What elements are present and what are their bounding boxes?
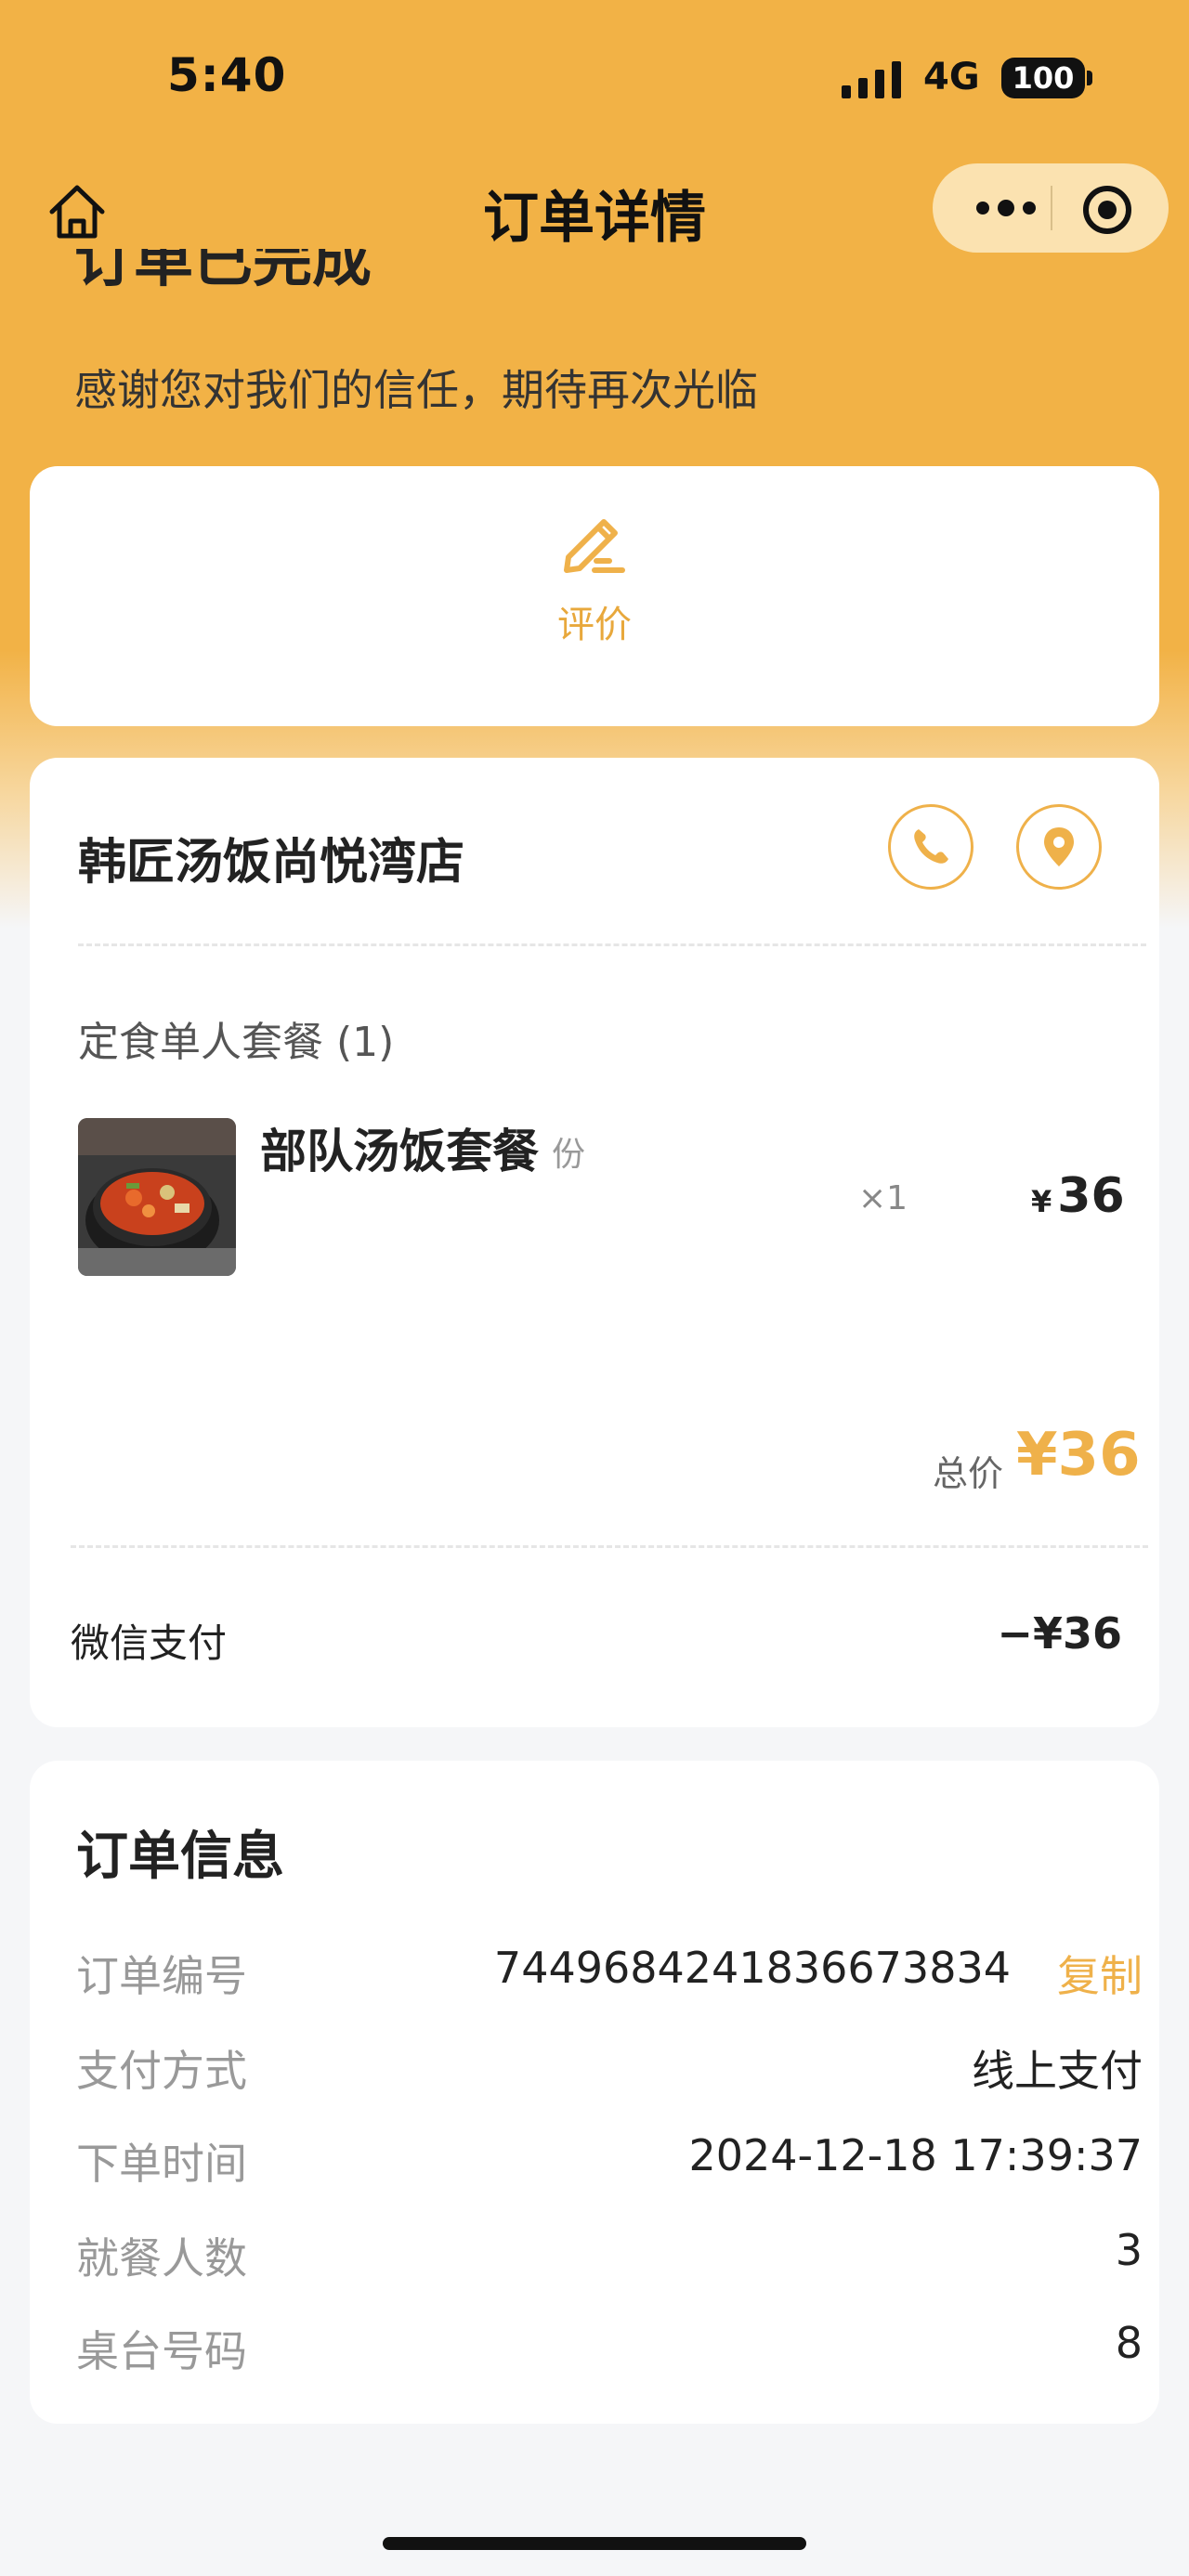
dish-price-value: 36	[1057, 1168, 1125, 1224]
review-button[interactable]: 评价	[30, 503, 1159, 648]
total-label: 总价	[933, 1453, 1004, 1494]
dish-price: ¥36	[1031, 1168, 1125, 1224]
order-status-subtitle: 感谢您对我们的信任，期待再次光临	[74, 365, 758, 415]
signal-icon	[842, 61, 901, 98]
edit-icon	[564, 519, 625, 573]
table-number-row: 桌台号码 8	[76, 2318, 1143, 2376]
status-time: 5:40	[167, 48, 287, 102]
battery-icon: 100	[1001, 58, 1085, 98]
order-time-row: 下单时间 2024-12-18 17:39:37	[76, 2130, 1143, 2189]
store-location-button[interactable]	[1016, 804, 1102, 890]
info-label: 就餐人数	[76, 2233, 247, 2283]
info-label: 下单时间	[76, 2139, 247, 2189]
order-info-card: 订单信息 订单编号 7449684241836673834 复制 支付方式 线上…	[30, 1761, 1159, 2424]
home-indicator	[383, 2537, 806, 2550]
info-value: 3	[1115, 2225, 1143, 2275]
total-price: ¥36	[1016, 1421, 1141, 1490]
dish-unit: 份	[552, 1136, 586, 1174]
info-value: 8	[1115, 2318, 1143, 2368]
mini-program-capsule	[933, 163, 1169, 253]
info-value: 线上支付	[972, 2046, 1143, 2096]
dish-name: 部队汤饭套餐	[260, 1125, 539, 1178]
status-bar: 5:40 4G 100	[0, 0, 1189, 149]
order-number: 7449684241836673834	[493, 1943, 1011, 1993]
divider	[71, 1545, 1148, 1548]
divider	[78, 943, 1146, 946]
order-status-title: 订单已完成	[74, 249, 372, 295]
copy-button[interactable]: 复制	[1057, 1943, 1143, 2004]
call-store-button[interactable]	[888, 804, 973, 890]
order-section-title: 定食单人套餐 (1)	[78, 1019, 395, 1066]
review-card: 评价	[30, 466, 1159, 726]
order-card: 韩匠汤饭尚悦湾店 定食单人套餐 (1) 部队汤饭套餐 份 ×1 ¥36 总价 ¥…	[30, 758, 1159, 1727]
dish-image	[78, 1118, 236, 1276]
info-label: 支付方式	[76, 2046, 247, 2096]
review-label: 评价	[557, 604, 632, 646]
payment-method: 微信支付	[71, 1620, 228, 1666]
payment-amount: −¥36	[997, 1608, 1122, 1659]
close-miniprogram-icon[interactable]	[1081, 184, 1133, 236]
currency-symbol: ¥	[1031, 1184, 1052, 1219]
nav-bar: 订单详情	[0, 158, 1189, 260]
info-label: 桌台号码	[76, 2326, 247, 2376]
battery-nub	[1087, 71, 1092, 85]
order-number-row: 订单编号 7449684241836673834 复制	[76, 1943, 1143, 2001]
info-value: 2024-12-18 17:39:37	[688, 2130, 1143, 2180]
store-name: 韩匠汤饭尚悦湾店	[78, 835, 465, 891]
order-info-title: 订单信息	[76, 1827, 284, 1887]
capsule-divider	[1051, 186, 1052, 230]
location-pin-icon	[1044, 827, 1074, 866]
payment-type-row: 支付方式 线上支付	[76, 2037, 1143, 2096]
diners-row: 就餐人数 3	[76, 2225, 1143, 2283]
info-label: 订单编号	[76, 1951, 247, 2001]
dish-quantity: ×1	[858, 1179, 908, 1217]
more-icon[interactable]	[964, 186, 1048, 230]
network-type: 4G	[923, 56, 980, 98]
phone-icon	[914, 829, 948, 864]
